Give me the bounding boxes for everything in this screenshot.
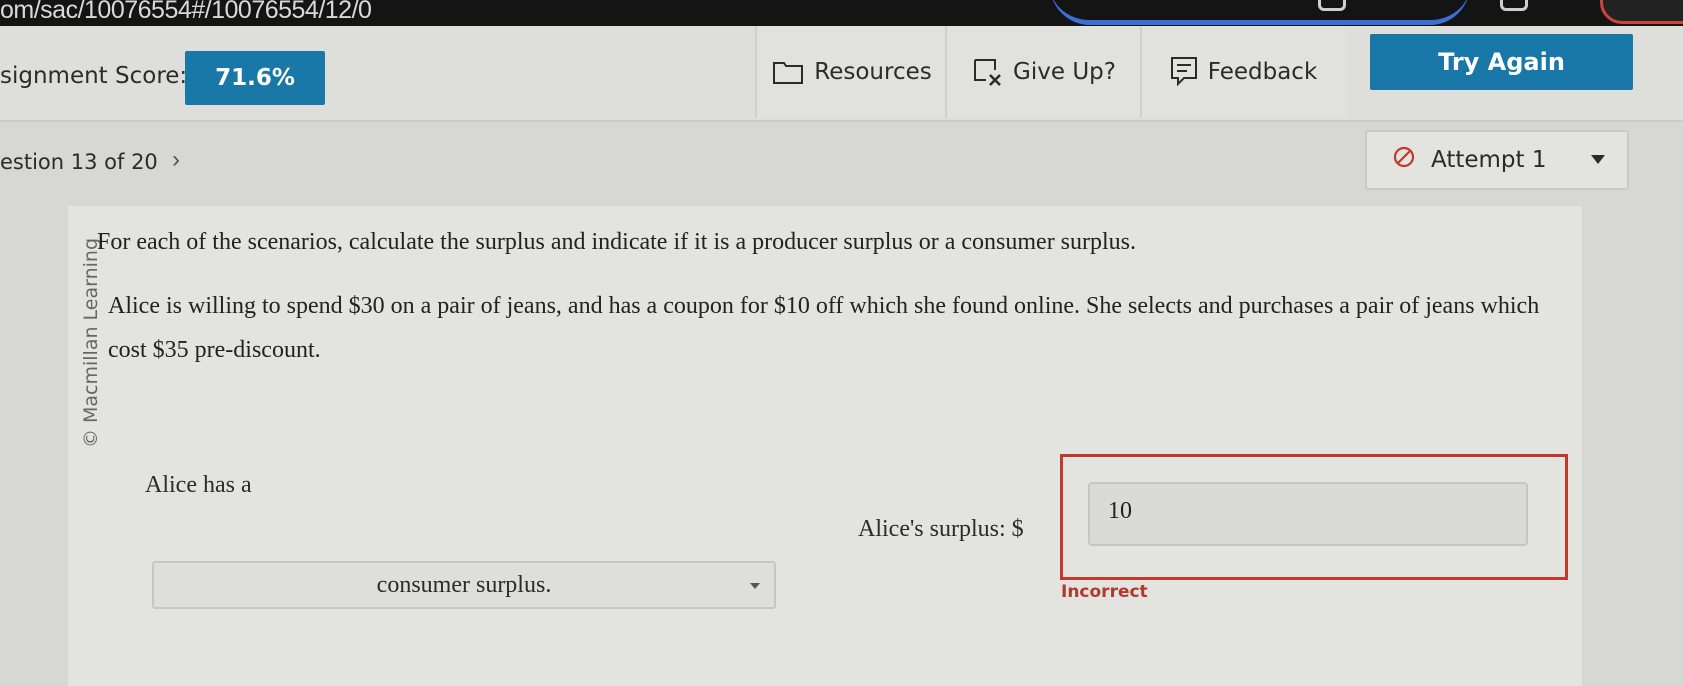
attempt-selector[interactable]: Attempt 1 [1365,130,1629,190]
surplus-type-value: consumer surplus. [376,571,552,598]
chevron-down-icon [750,583,760,589]
folder-icon [772,59,804,85]
try-again-button[interactable]: Try Again [1370,34,1633,90]
resources-button[interactable]: Resources [755,26,947,118]
give-up-label: Give Up? [1013,59,1116,85]
feedback-button[interactable]: Feedback [1140,26,1345,118]
assignment-score-badge: 71.6% [185,51,325,105]
question-prompt: For each of the scenarios, calculate the… [97,229,1137,255]
incorrect-status: Incorrect [1061,582,1148,602]
assignment-score-label: signment Score: [0,63,188,89]
question-card [68,206,1582,686]
browser-profile-button[interactable] [1600,0,1683,24]
question-position: estion 13 of 20 [0,150,158,174]
give-up-button[interactable]: Give Up? [945,26,1142,118]
next-question-chevron-icon[interactable]: › [172,146,180,174]
give-up-icon [973,58,1003,86]
surplus-amount-input[interactable]: 10 [1088,482,1528,546]
no-entry-icon [1393,146,1415,174]
alice-has-label: Alice has a [145,472,252,498]
chevron-down-icon [1591,155,1605,164]
assignment-toolbar: signment Score: 71.6% Resources Give Up?… [0,26,1683,122]
surplus-type-select[interactable]: consumer surplus. [152,561,776,609]
feedback-icon [1170,56,1198,88]
url-text[interactable]: om/sac/10076554#/10076554/12/0 [0,0,372,25]
resources-label: Resources [814,59,932,85]
tab-icon[interactable] [1500,0,1528,11]
attempt-label: Attempt 1 [1431,147,1547,173]
question-scenario: Alice is willing to spend $30 on a pair … [108,293,1540,363]
browser-tab-highlight [1050,0,1470,25]
browser-url-bar: om/sac/10076554#/10076554/12/0 [0,0,1683,26]
feedback-label: Feedback [1207,59,1318,85]
copyright-notice: © Macmillan Learning [80,237,102,449]
surplus-amount-label: Alice's surplus: $ [858,516,1024,542]
